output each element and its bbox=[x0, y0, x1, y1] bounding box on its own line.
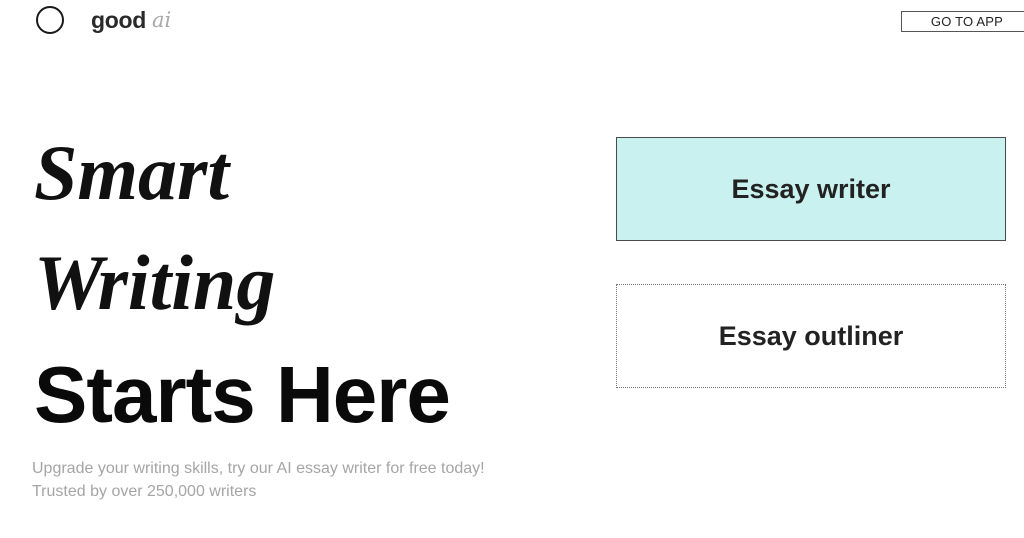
hero-headline-line-2: Writing bbox=[34, 239, 276, 326]
hero-subtitle: Upgrade your writing skills, try our AI … bbox=[32, 460, 485, 477]
logo-text: good bbox=[91, 6, 146, 33]
brand-logo[interactable]: good ai bbox=[36, 6, 171, 34]
landing-page: good ai GO TO APP Smart Writing Starts H… bbox=[0, 0, 1024, 538]
go-to-app-button[interactable]: GO TO APP bbox=[901, 11, 1024, 32]
essay-outliner-button[interactable]: Essay outliner bbox=[616, 284, 1006, 388]
essay-writer-button[interactable]: Essay writer bbox=[616, 137, 1006, 241]
hero-headline-line-1: Smart bbox=[34, 129, 230, 216]
circle-logo-icon bbox=[36, 6, 64, 34]
logo-suffix: ai bbox=[152, 8, 172, 32]
hero-headline-line-3: Starts Here bbox=[34, 350, 451, 439]
hero-trust-line: Trusted by over 250,000 writers bbox=[32, 483, 257, 500]
